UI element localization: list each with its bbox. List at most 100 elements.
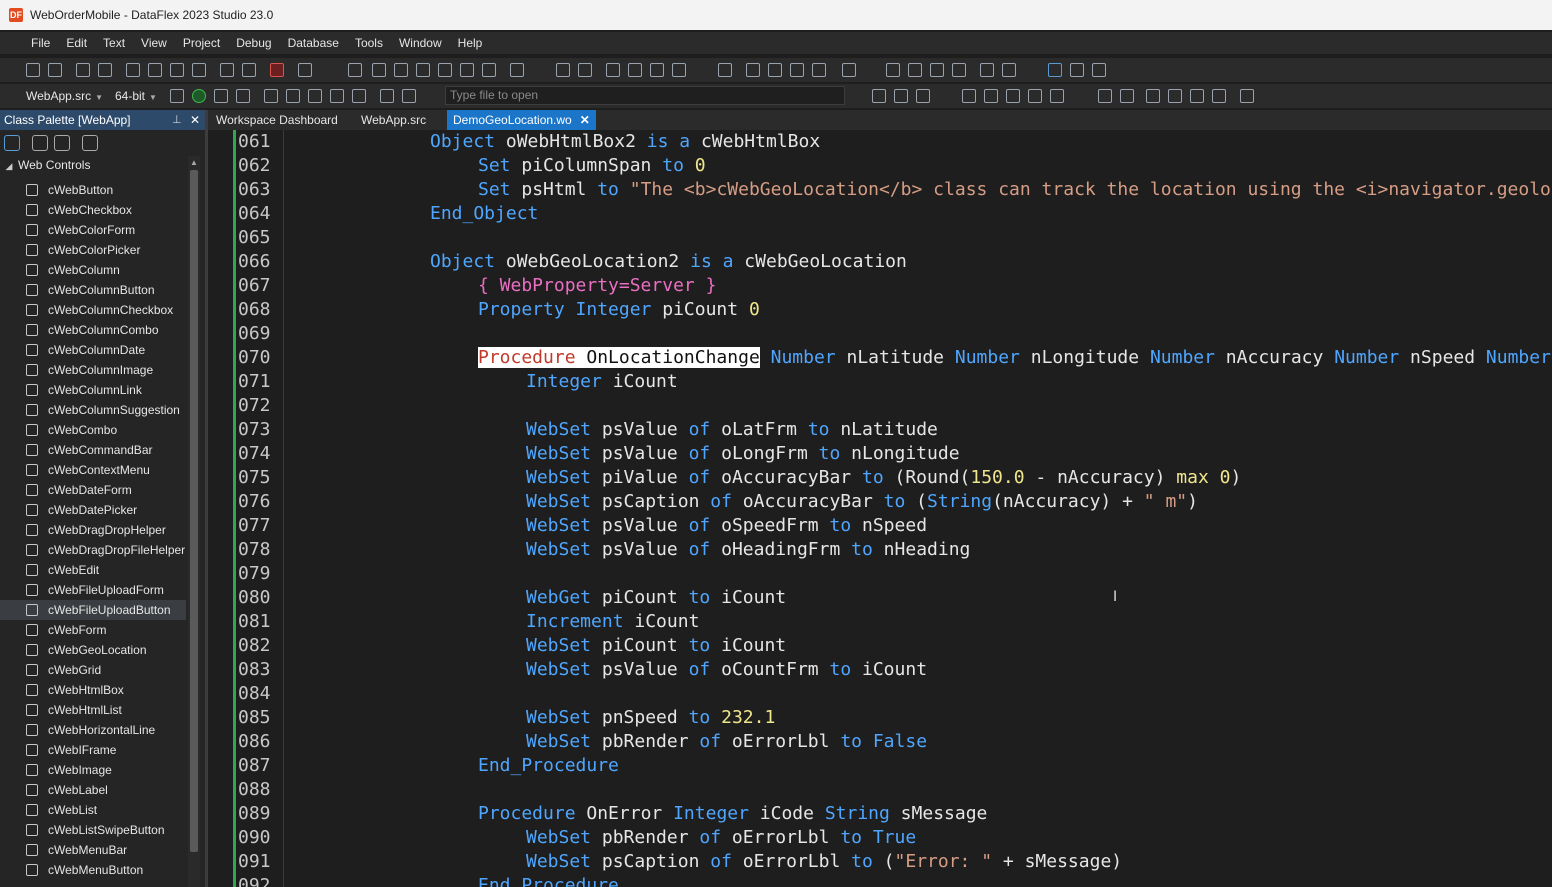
project-select[interactable]: WebApp.src ▼ [26,87,103,105]
cut-icon[interactable] [126,63,140,77]
step-out-icon[interactable] [308,89,322,103]
view-icon[interactable] [628,63,642,77]
class-item-cwebcolumncombo[interactable]: cWebColumnCombo [0,320,186,340]
class-item-cwebfileuploadform[interactable]: cWebFileUploadForm [0,580,186,600]
class-item-cwebcolorform[interactable]: cWebColorForm [0,220,186,240]
node-icon[interactable] [578,63,592,77]
menu-help[interactable]: Help [450,36,491,50]
class-item-cwebcombo[interactable]: cWebCombo [0,420,186,440]
class-item-cwebcheckbox[interactable]: cWebCheckbox [0,200,186,220]
record-icon[interactable] [402,89,416,103]
replace-icon[interactable] [908,63,922,77]
class-item-cwebcommandbar[interactable]: cWebCommandBar [0,440,186,460]
class-item-cwebcolumncheckbox[interactable]: cWebColumnCheckbox [0,300,186,320]
menu-debug[interactable]: Debug [228,36,279,50]
class-item-cwebfileuploadbutton[interactable]: cWebFileUploadButton [0,600,186,620]
class-item-cwebedit[interactable]: cWebEdit [0,560,186,580]
code-line[interactable]: WebSet psCaption of oErrorLbl to ("Error… [526,850,1122,874]
code-line[interactable]: WebGet piCount to iCount [526,586,786,610]
window-icon[interactable] [348,63,362,77]
database-icon[interactable] [1028,89,1042,103]
copy-icon[interactable] [148,63,162,77]
table-icon[interactable] [872,89,886,103]
globe-icon[interactable] [916,89,930,103]
class-item-cwebhtmlbox[interactable]: cWebHtmlBox [0,680,186,700]
scrollbar-thumb[interactable] [190,170,198,852]
menu-text[interactable]: Text [95,36,133,50]
class-item-cwebdragdropfilehelper[interactable]: cWebDragDropFileHelper [0,540,186,560]
class-item-cwebcolumn[interactable]: cWebColumn [0,260,186,280]
web-view-icon[interactable] [962,89,976,103]
align-right-icon[interactable] [768,63,782,77]
class-item-cwebcolumnsuggestion[interactable]: cWebColumnSuggestion [0,400,186,420]
class-item-cwebcolorpicker[interactable]: cWebColorPicker [0,240,186,260]
redo-icon[interactable] [242,63,256,77]
class-item-cwebhorizontalline[interactable]: cWebHorizontalLine [0,720,186,740]
list-view-icon[interactable] [1240,89,1254,103]
grid-icon[interactable] [894,89,908,103]
compile-icon[interactable] [170,89,184,103]
align-icon[interactable] [718,63,732,77]
step-into-icon[interactable] [286,89,300,103]
pause-icon[interactable] [214,89,228,103]
find-files-icon[interactable] [952,63,966,77]
code-line[interactable]: WebSet piValue of oAccuracyBar to (Round… [526,466,1241,490]
code-line[interactable]: WebSet pbRender of oErrorLbl to True [526,826,916,850]
code-line[interactable]: Procedure OnLocationChange Number nLatit… [478,346,1552,370]
cloud-icon[interactable] [1190,89,1204,103]
menu-edit[interactable]: Edit [58,36,95,50]
refresh-icon[interactable] [1070,63,1084,77]
export-icon[interactable] [482,63,496,77]
layout-icon[interactable] [394,63,408,77]
menu-view[interactable]: View [133,36,175,50]
tab-demogeolocation-wo[interactable]: DemoGeoLocation.wo ✕ [447,110,596,130]
class-item-cweblabel[interactable]: cWebLabel [0,780,186,800]
code-line[interactable]: { WebProperty=Server } [478,274,716,298]
run-icon[interactable] [192,89,206,103]
globe-icon[interactable] [438,63,452,77]
forward-icon[interactable] [650,63,664,77]
menu-database[interactable]: Database [280,36,347,50]
wand-icon[interactable] [842,63,856,77]
menu-file[interactable]: File [23,36,58,50]
code-line[interactable]: WebSet psValue of oCountFrm to iCount [526,658,927,682]
class-item-cwebcolumndate[interactable]: cWebColumnDate [0,340,186,360]
grid-icon[interactable] [1092,63,1106,77]
class-item-cwebdateform[interactable]: cWebDateForm [0,480,186,500]
menu-tools[interactable]: Tools [347,36,391,50]
class-item-cwebcontextmenu[interactable]: cWebContextMenu [0,460,186,480]
window-icon[interactable] [1120,89,1134,103]
code-line[interactable]: WebSet psCaption of oAccuracyBar to (Str… [526,490,1198,514]
class-item-cwebcolumnimage[interactable]: cWebColumnImage [0,360,186,380]
link-icon[interactable] [556,63,570,77]
form-icon[interactable] [984,89,998,103]
class-list-scrollbar[interactable]: ▲ [188,156,200,887]
code-line[interactable]: Property Integer piCount 0 [478,298,760,322]
paste-icon[interactable] [170,63,184,77]
calendar-icon[interactable] [606,63,620,77]
class-item-cwebcolumnlink[interactable]: cWebColumnLink [0,380,186,400]
class-item-cwebimage[interactable]: cWebImage [0,760,186,780]
properties-icon[interactable] [54,135,70,151]
menu-project[interactable]: Project [175,36,228,50]
class-item-cwebmenubar[interactable]: cWebMenuBar [0,840,186,860]
code-line[interactable]: WebSet psValue of oLongFrm to nLongitude [526,442,960,466]
class-item-cwebform[interactable]: cWebForm [0,620,186,640]
chart-icon[interactable] [1006,89,1020,103]
class-item-cwebhtmllist[interactable]: cWebHtmlList [0,700,186,720]
class-item-cwebdragdrophelper[interactable]: cWebDragDropHelper [0,520,186,540]
code-line[interactable]: Set psHtml to "The <b>cWebGeoLocation</b… [478,178,1552,202]
code-line[interactable]: WebSet pnSpeed to 232.1 [526,706,775,730]
debug-icon[interactable] [380,89,394,103]
class-item-cwebiframe[interactable]: cWebIFrame [0,740,186,760]
replace-all-icon[interactable] [930,63,944,77]
tree-icon[interactable] [416,63,430,77]
class-item-cwebcolumnbutton[interactable]: cWebColumnButton [0,280,186,300]
play-icon[interactable] [236,89,250,103]
tab-webapp-src[interactable]: WebApp.src [361,110,426,130]
run-to-icon[interactable] [330,89,344,103]
align-top-icon[interactable] [790,63,804,77]
class-item-cweblist[interactable]: cWebList [0,800,186,820]
code-line[interactable]: WebSet psValue of oLatFrm to nLatitude [526,418,938,442]
search-icon[interactable] [886,63,900,77]
